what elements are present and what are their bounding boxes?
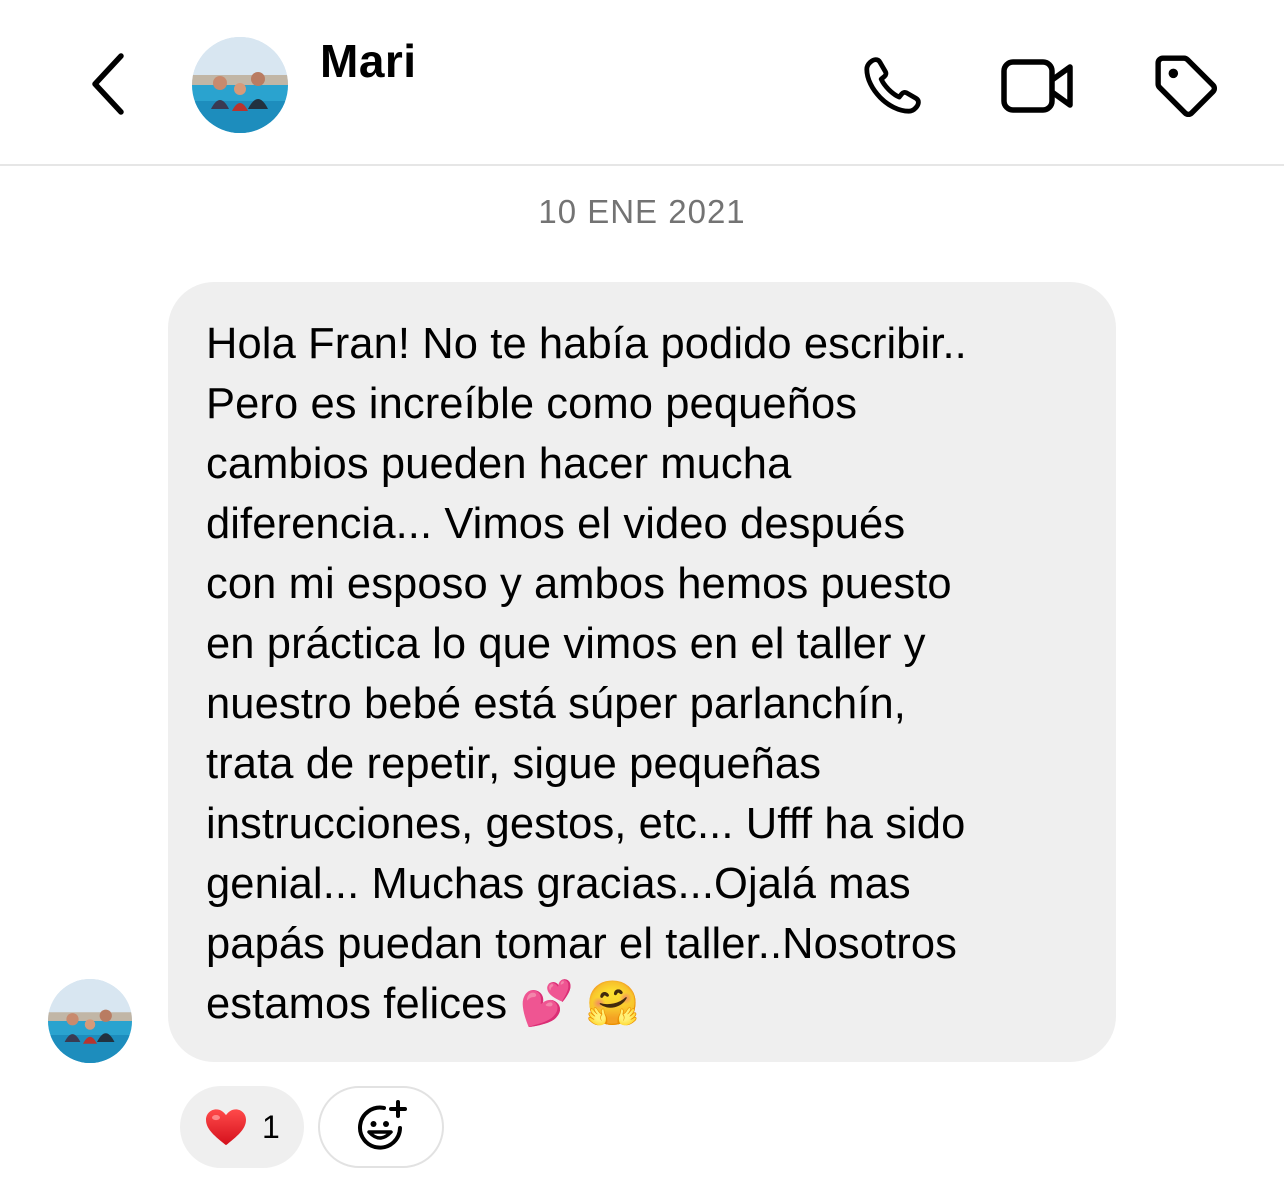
video-call-button[interactable]	[998, 46, 1078, 126]
date-separator: 10 ENE 2021	[538, 193, 746, 230]
message-bubble[interactable]: Hola Fran! No te había podido escribir..…	[168, 282, 1116, 1062]
add-reaction-button[interactable]	[318, 1086, 444, 1168]
chevron-left-icon	[92, 53, 124, 115]
contact-avatar[interactable]	[192, 37, 288, 133]
reaction-count: 1	[262, 1108, 280, 1145]
heart-reaction[interactable]: 1	[180, 1086, 304, 1168]
add-emoji-icon	[358, 1100, 407, 1150]
phone-icon	[864, 57, 921, 114]
back-button[interactable]	[78, 46, 138, 122]
audio-call-button[interactable]	[852, 46, 932, 126]
message-sender-avatar[interactable]	[48, 979, 132, 1063]
video-camera-icon	[1001, 59, 1073, 113]
chat-header: Mari	[0, 0, 1284, 166]
message-text: Hola Fran! No te había podido escribir..…	[206, 320, 967, 1028]
tag-button[interactable]	[1146, 46, 1226, 126]
heart-icon	[204, 1107, 248, 1147]
tag-icon	[1155, 55, 1218, 118]
contact-name[interactable]: Mari	[320, 34, 417, 88]
